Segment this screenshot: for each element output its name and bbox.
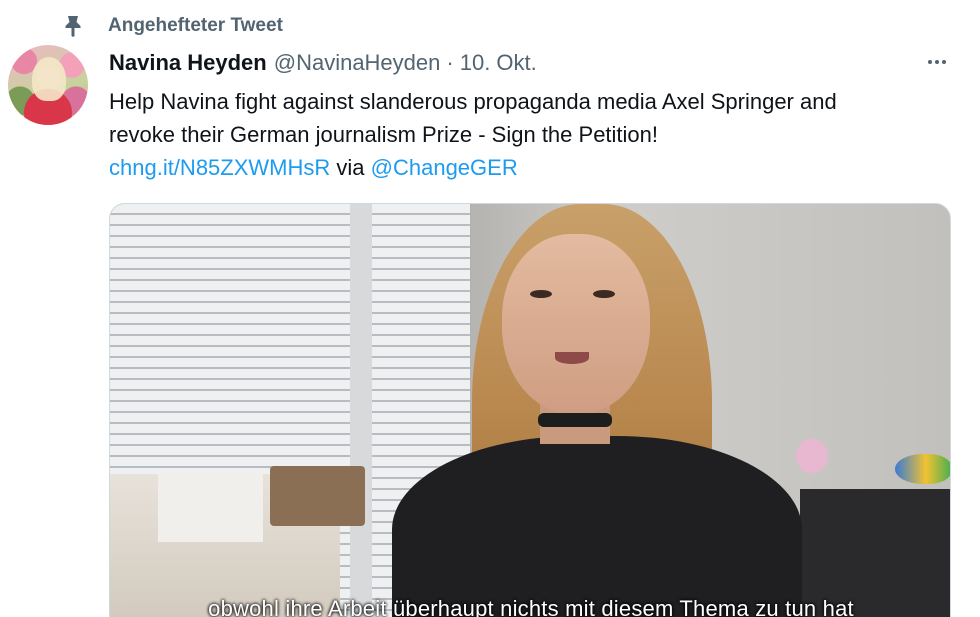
separator-dot: · bbox=[446, 50, 454, 75]
pinned-label: Angehefteter Tweet bbox=[108, 15, 283, 36]
tweet-text-line: Help Navina fight against slanderous pro… bbox=[109, 89, 837, 114]
tweet-links-line: chng.it/N85ZXWMHsR via @ChangeGER bbox=[109, 151, 959, 184]
via-mention-link[interactable]: @ChangeGER bbox=[371, 155, 518, 180]
video-player[interactable]: obwohl ihre Arbeit überhaupt nichts mit … bbox=[109, 203, 951, 617]
tweet-text: Help Navina fight against slanderous pro… bbox=[109, 85, 959, 184]
video-person bbox=[502, 234, 650, 414]
petition-link[interactable]: chng.it/N85ZXWMHsR bbox=[109, 155, 330, 180]
pinned-tweet-row: Angehefteter Tweet bbox=[60, 12, 283, 40]
tweet-date[interactable]: 10. Okt. bbox=[460, 50, 537, 76]
video-subtitle: obwohl ihre Arbeit überhaupt nichts mit … bbox=[208, 596, 854, 617]
display-name[interactable]: Navina Heyden bbox=[109, 50, 267, 76]
avatar[interactable] bbox=[8, 45, 88, 125]
more-dots-icon[interactable] bbox=[920, 52, 954, 72]
pin-icon bbox=[60, 13, 86, 39]
tweet-header: Navina Heyden @NavinaHeyden · 10. Okt. bbox=[109, 48, 537, 78]
user-handle[interactable]: @NavinaHeyden bbox=[274, 50, 441, 76]
via-text: via bbox=[330, 155, 371, 180]
tweet-text-line: revoke their German journalism Prize - S… bbox=[109, 122, 659, 147]
